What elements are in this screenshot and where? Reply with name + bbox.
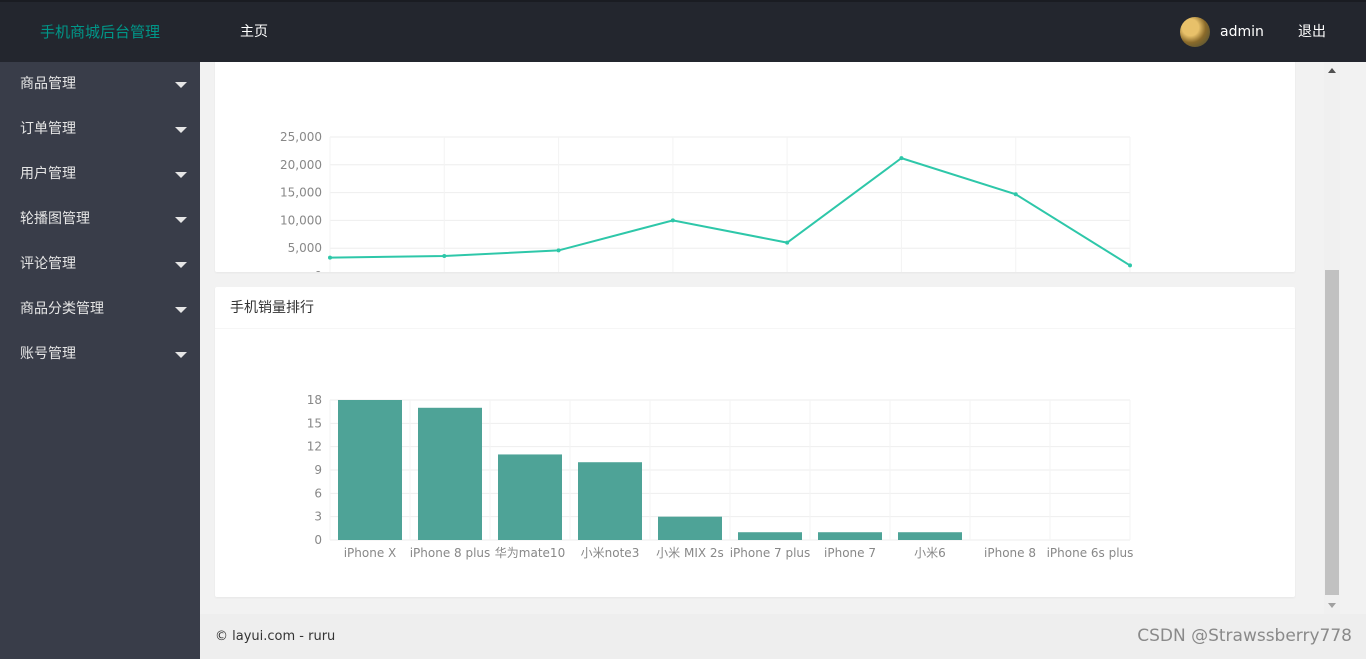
y-tick-label: 15 (307, 416, 322, 430)
sidebar-item-users[interactable]: 用户管理 (0, 152, 200, 197)
bar (338, 400, 402, 540)
caret-down-icon (175, 307, 187, 313)
y-tick-label: 25,000 (280, 130, 322, 144)
sales-trend-line-chart: 05,00010,00015,00020,00025,0002019-02201… (280, 130, 1155, 297)
x-tick-label: 小米6 (914, 546, 946, 560)
series-line (329, 157, 1131, 267)
x-tick-label: 华为mate10 (495, 546, 565, 560)
user-menu[interactable]: admin (1180, 2, 1264, 62)
data-point (556, 248, 561, 253)
main-content: 05,00010,00015,00020,00025,0002019-02201… (200, 62, 1324, 614)
caret-down-icon (175, 352, 187, 358)
scroll-up-icon[interactable] (1328, 68, 1336, 73)
phone-sales-bar-chart: 0 3 6 9 12 15 18 iPhone X iPhone 8 plus 华为mate10 小… (307, 393, 1134, 560)
card-title: 手机销量排行 (215, 287, 1295, 329)
data-point (328, 255, 332, 260)
caret-down-icon (175, 82, 187, 88)
scrollbar-thumb[interactable] (1325, 270, 1339, 595)
y-tick-label: 9 (314, 463, 322, 477)
footer: © layui.com - ruru CSDN @Strawssberry778 (200, 614, 1366, 659)
bar (898, 532, 962, 540)
bar (658, 516, 722, 540)
top-header: 手机商城后台管理 主页 admin 退出 (0, 0, 1366, 62)
data-point (1128, 263, 1132, 268)
y-tick-label: 20,000 (280, 158, 322, 172)
x-tick-label: iPhone X (344, 546, 397, 560)
y-tick-label: 6 (314, 486, 322, 500)
sidebar-item-label: 商品管理 (20, 76, 76, 92)
data-point (670, 218, 675, 223)
watermark: CSDN @Strawssberry778 (1137, 626, 1352, 646)
scroll-down-icon[interactable] (1328, 603, 1336, 608)
x-tick-label: iPhone 6s plus (1047, 546, 1134, 560)
data-point (442, 253, 447, 258)
caret-down-icon (175, 127, 187, 133)
sales-trend-card: 05,00010,00015,00020,00025,0002019-02201… (215, 62, 1295, 297)
vertical-scrollbar[interactable] (1324, 62, 1340, 614)
avatar[interactable] (1180, 17, 1210, 47)
sidebar-item-label: 轮播图管理 (20, 211, 90, 227)
x-tick-label: iPhone 7 plus (730, 546, 811, 560)
y-tick-label: 0 (314, 533, 322, 547)
caret-down-icon (175, 172, 187, 178)
bar (418, 407, 482, 540)
y-tick-label: 10,000 (280, 213, 322, 227)
nav-home-link[interactable]: 主页 (240, 2, 268, 62)
x-tick-label: iPhone 7 (824, 546, 876, 560)
x-tick-label: 小米note3 (581, 546, 640, 560)
y-tick-label: 12 (307, 440, 322, 454)
data-point (899, 156, 904, 161)
phone-sales-ranking-card: 手机销量排行 0 3 6 9 12 15 18 iPhone X iPhone 8 plus 华为… (215, 287, 1295, 597)
footer-copyright: © layui.com - ruru (215, 629, 336, 644)
data-point (785, 240, 790, 245)
sidebar-item-label: 订单管理 (20, 121, 76, 137)
y-tick-label: 5,000 (288, 241, 322, 255)
bar (818, 532, 882, 540)
x-tick-label: iPhone 8 (984, 546, 1036, 560)
sidebar-item-label: 用户管理 (20, 166, 76, 182)
sidebar-item-label: 评论管理 (20, 256, 76, 272)
sidebar-item-label: 账号管理 (20, 346, 76, 362)
caret-down-icon (175, 262, 187, 268)
sidebar-item-comments[interactable]: 评论管理 (0, 242, 200, 287)
sidebar-item-categories[interactable]: 商品分类管理 (0, 287, 200, 332)
y-tick-label: 3 (314, 510, 322, 524)
caret-down-icon (175, 217, 187, 223)
sidebar-item-orders[interactable]: 订单管理 (0, 107, 200, 152)
x-tick-label: 小米 MIX 2s (656, 546, 724, 560)
sidebar: 商品管理 订单管理 用户管理 轮播图管理 评论管理 商品分类管理 账号管理 (0, 62, 200, 659)
logout-link[interactable]: 退出 (1298, 2, 1326, 62)
y-tick-label: 18 (307, 393, 322, 407)
sidebar-item-products[interactable]: 商品管理 (0, 62, 200, 107)
bar (578, 462, 642, 540)
sidebar-item-carousel[interactable]: 轮播图管理 (0, 197, 200, 242)
username[interactable]: admin (1220, 24, 1264, 40)
sidebar-item-label: 商品分类管理 (20, 301, 104, 317)
x-tick-label: iPhone 8 plus (410, 546, 491, 560)
y-tick-label: 15,000 (280, 186, 322, 200)
app-logo[interactable]: 手机商城后台管理 (0, 2, 200, 62)
y-tick-label: 0 (314, 269, 322, 272)
data-point (1013, 192, 1018, 197)
bar (498, 454, 562, 540)
bar (738, 532, 802, 540)
sidebar-item-accounts[interactable]: 账号管理 (0, 332, 200, 377)
